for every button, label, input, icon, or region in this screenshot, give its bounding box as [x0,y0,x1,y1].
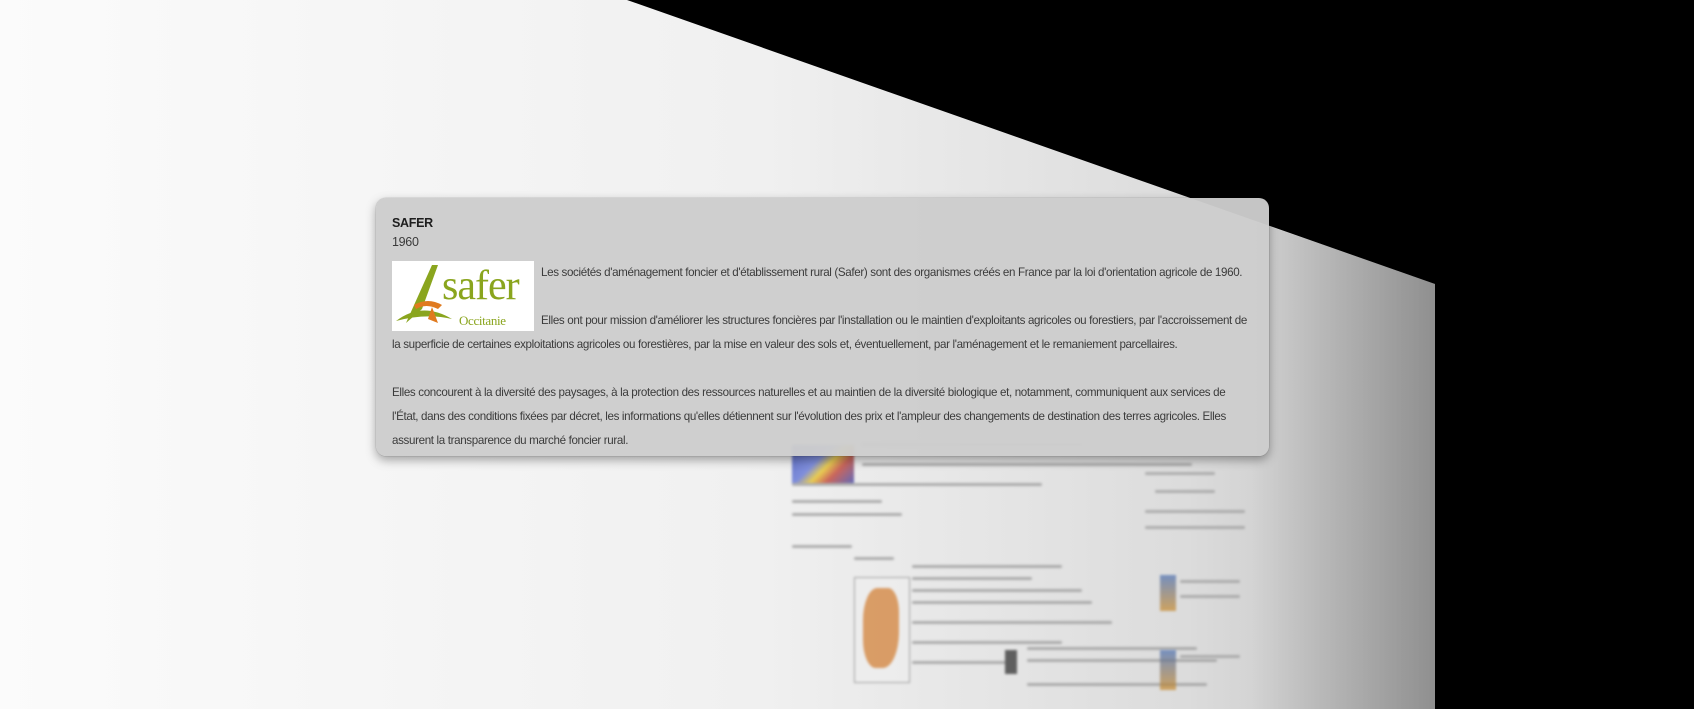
wall-shadow [1250,220,1440,709]
event-detail-card: SAFER 1960 safer Occitanie Les sociétés … [376,198,1269,456]
event-title: SAFER [392,216,433,230]
logo-subtitle: Occitanie [459,313,506,328]
background-text-line [1145,472,1215,475]
background-text-line [1180,655,1240,658]
background-text-line [1180,580,1240,583]
background-text-line [912,641,1062,644]
background-side-column [1140,470,1250,709]
description-paragraph: Elles concourent à la diversité des pays… [392,386,1226,447]
background-text-line [862,463,1192,466]
background-text-line [792,545,852,548]
background-text-line [792,513,902,516]
background-logo-thumbnail [1005,650,1017,674]
background-text-line [1180,595,1240,598]
background-thumbnail [1160,575,1176,611]
background-text-line [854,557,894,560]
background-text-line [912,589,1082,592]
logo-wordmark: safer [442,263,520,309]
safer-occitanie-logo: safer Occitanie [392,261,534,331]
background-text-line [1155,490,1215,493]
background-text-line [912,601,1092,604]
background-text-line [792,483,1042,486]
event-year: 1960 [392,235,419,249]
background-text-line [912,661,1012,664]
background-text-line [912,565,1062,568]
background-text-line [1145,526,1245,529]
event-description: safer Occitanie Les sociétés d'aménageme… [392,261,1253,453]
background-text-line [1145,510,1245,513]
background-text-line [912,577,1032,580]
background-thumbnail [1160,650,1176,690]
background-text-line [792,500,882,503]
background-map-thumbnail [854,577,910,683]
scene: SAFER 1960 safer Occitanie Les sociétés … [0,0,1694,709]
background-text-line [912,621,1112,624]
